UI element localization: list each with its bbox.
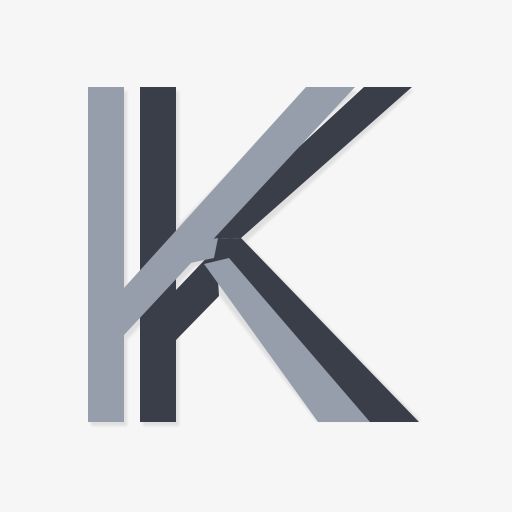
logo-canvas (0, 0, 512, 512)
k-light-stem (88, 87, 124, 422)
k-monogram-logo-icon (88, 87, 421, 426)
k-light-lower-leg (204, 258, 370, 422)
